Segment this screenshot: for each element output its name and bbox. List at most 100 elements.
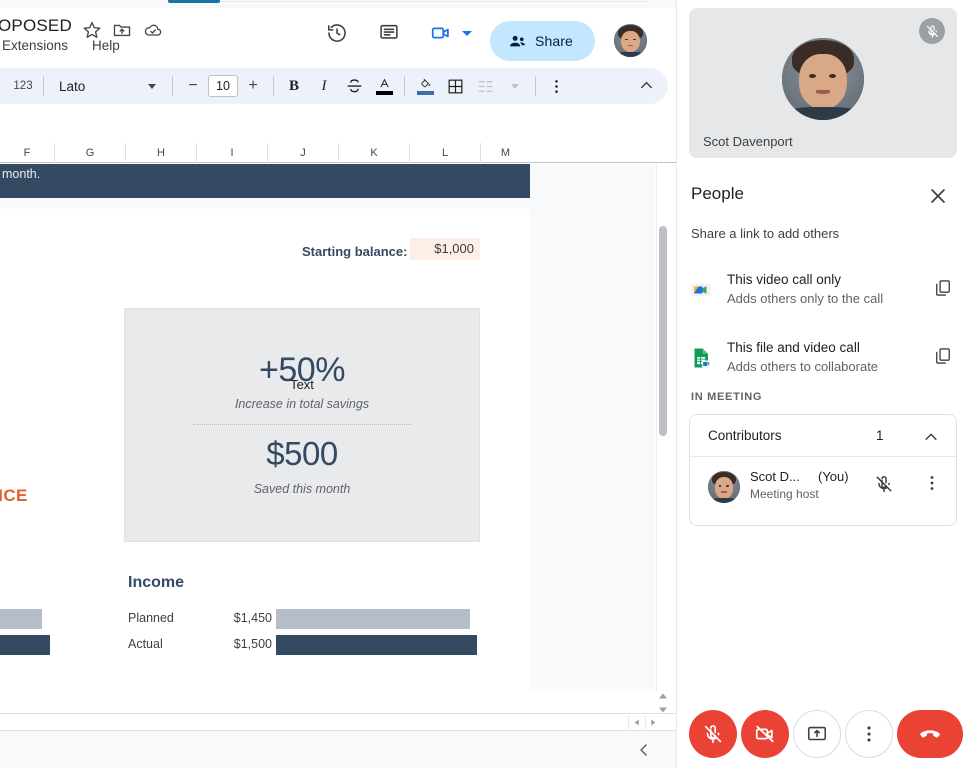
grid-gutter [530,164,655,691]
increase-font-size-button[interactable]: + [238,71,268,101]
contributors-header[interactable]: Contributors 1 [690,415,956,457]
meet-controls-bar [677,700,971,768]
column-header-G[interactable]: G [55,143,126,163]
participant-you-tag: (You) [818,469,849,484]
collapse-panel-icon[interactable] [634,740,654,760]
horizontal-scrollbar-thumb[interactable] [0,717,600,727]
horizontal-scrollbar[interactable] [0,713,676,729]
more-options-button[interactable] [845,710,893,758]
avatar-face [782,38,864,120]
toolbar-divider [404,76,405,96]
income-row-label-actual: Actual [128,637,163,651]
income-row-label-planned: Planned [128,611,174,625]
contributors-label: Contributors [708,428,782,443]
chevron-down-icon[interactable] [137,71,167,101]
app-root: OPOSED Extensions Help Share 123 Lato − … [0,0,971,768]
offscreen-bar-planned [0,609,42,629]
share-button[interactable]: Share [490,21,595,61]
scroll-down-icon[interactable] [658,702,668,713]
column-header-F[interactable]: F [0,143,55,163]
fill-color-icon[interactable] [410,71,440,101]
scroll-right-icon[interactable] [645,715,660,729]
participant-name: Scot D... [750,469,800,484]
merge-cells-icon [470,71,500,101]
starting-balance-label: Starting balance: [302,244,408,259]
collapse-toolbar-icon[interactable] [637,76,656,100]
in-meeting-label: IN MEETING [691,391,763,403]
starting-balance-cell[interactable]: $1,000 [410,238,480,260]
chevron-up-icon[interactable] [922,428,940,446]
scroll-up-icon[interactable] [658,688,668,699]
vertical-scrollbar-thumb[interactable] [659,226,667,436]
column-header-M[interactable]: M [481,143,530,163]
section-banner: month. [0,164,530,198]
active-tab-indicator[interactable] [168,0,220,3]
column-header-L[interactable]: L [410,143,481,163]
decrease-font-size-button[interactable]: − [178,71,208,101]
present-icon [807,726,827,741]
mic-off-icon[interactable] [919,18,945,44]
star-icon[interactable] [82,20,102,40]
share-option-title: This file and video call [727,340,860,355]
italic-button[interactable]: I [309,71,339,101]
mic-off-icon[interactable] [874,474,894,494]
participant-role: Meeting host [750,487,819,501]
participant-row[interactable]: Scot D... (You) Meeting host [690,457,956,519]
menu-extensions[interactable]: Extensions [2,38,68,53]
move-to-folder-icon[interactable] [112,20,132,40]
savings-kpi-card[interactable]: +50% Text Increase in total savings $500… [124,308,480,542]
close-icon[interactable] [927,185,949,207]
comment-icon[interactable] [372,16,406,50]
share-option-title: This video call only [727,272,842,287]
google-sheets-window: OPOSED Extensions Help Share 123 Lato − … [0,0,676,768]
contributors-card: Contributors 1 Scot D... (You) Meeting h… [689,414,957,526]
chevron-down-icon [500,71,530,101]
font-family-select[interactable]: Lato [49,71,137,101]
menu-help[interactable]: Help [92,38,120,53]
copy-link-icon[interactable] [933,346,953,366]
mic-toggle-button[interactable] [689,710,737,758]
share-label: Share [535,33,573,49]
more-vert-icon[interactable] [922,473,942,493]
banner-text: month. [2,167,41,181]
hangup-icon [920,730,940,738]
strikethrough-icon[interactable] [339,71,369,101]
self-avatar [782,38,864,120]
copy-link-icon[interactable] [933,278,953,298]
present-screen-button[interactable] [793,710,841,758]
avatar-face [708,471,740,503]
spreadsheet-grid[interactable]: month. Starting balance: $1,000 +50% Tex… [0,164,655,691]
document-title[interactable]: OPOSED [0,16,72,36]
camera-toggle-button[interactable] [741,710,789,758]
column-header-K[interactable]: K [339,143,410,163]
number-format-button[interactable]: 123 [8,71,38,101]
font-size-input[interactable]: 10 [208,75,238,97]
kpi-divider [193,424,411,425]
column-header-H[interactable]: H [126,143,197,163]
account-avatar[interactable] [614,24,647,57]
scroll-left-icon[interactable] [628,715,643,729]
chevron-down-icon[interactable] [462,31,472,36]
bold-button[interactable]: B [279,71,309,101]
toolbar-divider [273,76,274,96]
column-header-I[interactable]: I [197,143,268,163]
income-bar-actual [276,635,477,655]
more-options-icon[interactable] [541,71,571,101]
meet-camera-icon[interactable] [424,16,458,50]
toolbar-divider [535,76,536,96]
income-row-value-planned: $1,450 [233,611,272,625]
income-row-value-actual: $1,500 [233,637,272,651]
share-option-video-call[interactable]: This video call only Adds others only to… [681,264,969,316]
leave-call-button[interactable] [897,710,963,758]
avatar-face [614,24,647,57]
cloud-saved-icon[interactable] [143,20,163,40]
text-color-icon[interactable] [369,71,399,101]
kpi-overlay-text: Text [290,377,314,392]
column-header-J[interactable]: J [268,143,339,163]
performance-heading: ANCE [0,486,28,505]
sheet-canvas[interactable]: month. Starting balance: $1,000 +50% Tex… [0,164,530,691]
self-video-tile[interactable]: Scot Davenport [689,8,957,158]
borders-icon[interactable] [440,71,470,101]
version-history-icon[interactable] [320,16,354,50]
share-option-file-and-call[interactable]: This file and video call Adds others to … [681,332,969,384]
